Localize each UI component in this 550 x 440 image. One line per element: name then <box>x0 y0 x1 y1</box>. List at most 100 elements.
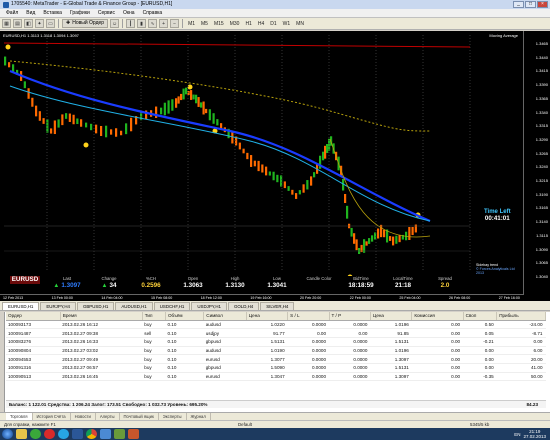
order-cell: 0.00 <box>411 372 464 382</box>
menu-insert[interactable]: Вставка <box>39 10 66 16</box>
terminal-sidebar[interactable] <box>0 312 5 412</box>
chrome-icon[interactable] <box>86 429 97 439</box>
minimize-button[interactable]: _ <box>513 1 524 8</box>
terminal-tab[interactable]: Алерты <box>96 413 120 420</box>
order-row[interactable]: 100090513 2013.02.26 16:45 buy 0.10 eurusd 1.… <box>6 372 546 382</box>
order-cell: buy <box>142 337 166 347</box>
opera-icon[interactable] <box>44 429 55 439</box>
order-cell: 41.00 <box>496 363 546 373</box>
language-indicator[interactable]: EN <box>514 432 520 437</box>
chart-tab[interactable]: EURJPY,H4 <box>40 302 76 310</box>
timeframe-m1[interactable]: M1 <box>186 21 197 27</box>
torrent-icon[interactable] <box>30 429 41 439</box>
terminal-tab[interactable]: История Счёта <box>33 413 71 420</box>
order-row[interactable]: 100090804 2013.02.27 03:02 buy 0.10 audusd 1.… <box>6 346 546 356</box>
column-header[interactable]: Своп <box>463 312 498 321</box>
column-header[interactable]: T / P <box>329 312 371 321</box>
terminal-icon[interactable]: ▭ <box>46 19 55 28</box>
bar-chart-icon[interactable]: ┃ <box>126 19 136 28</box>
chart-tab[interactable]: GOLD,H4 <box>227 302 260 310</box>
candle <box>90 123 93 131</box>
candle <box>310 176 313 186</box>
info-cell: Open 1.3063 <box>172 276 214 290</box>
column-header[interactable]: Прибыль <box>496 312 546 321</box>
column-header[interactable]: Время <box>60 312 143 321</box>
column-header[interactable]: Символ <box>203 312 247 321</box>
profiles-icon[interactable]: ▤ <box>13 19 22 28</box>
timeframe-d1[interactable]: D1 <box>268 21 278 27</box>
chart-tab[interactable]: SILVER,H4 <box>260 302 295 310</box>
order-row[interactable]: 100091316 2013.02.27 06:57 buy 0.10 gbpusd 1.… <box>6 363 546 373</box>
app-icon-2[interactable] <box>128 429 139 439</box>
order-cell: 0.0000 <box>287 337 330 347</box>
balance-line: Баланс: 1 122.01 Средства: 1 206.24 Зало… <box>6 400 546 408</box>
market-watch-icon[interactable]: ◧ <box>24 19 33 28</box>
terminal-tab[interactable]: Почтовый ящик <box>120 413 159 420</box>
order-cell: eurusd <box>203 372 247 382</box>
media-icon[interactable] <box>100 429 111 439</box>
menu-tools[interactable]: Сервис <box>94 10 119 16</box>
word-icon[interactable] <box>72 429 83 439</box>
column-header[interactable]: Объём <box>165 312 205 321</box>
metatrader-icon[interactable] <box>114 429 125 439</box>
timeframe-m5[interactable]: M5 <box>199 21 210 27</box>
column-header[interactable]: Комиссия <box>411 312 464 321</box>
terminal-tab[interactable]: Журнал <box>187 413 211 420</box>
skype-icon[interactable] <box>58 429 69 439</box>
clock[interactable]: 21:19 27.02.2013 <box>523 429 546 439</box>
chart-tab[interactable]: USDJPY,H1 <box>191 302 227 310</box>
expert-advisors-icon[interactable]: ☺ <box>110 19 120 28</box>
new-chart-icon[interactable]: ▦ <box>2 19 11 28</box>
order-row[interactable]: 100093173 2013.02.26 16:12 buy 0.10 audusd 1.… <box>6 320 546 330</box>
pivot-marker <box>83 142 89 148</box>
timeframe-m15[interactable]: M15 <box>212 21 226 27</box>
candle <box>212 113 215 124</box>
zoom-out-icon[interactable]: − <box>170 19 180 28</box>
terminal-tab[interactable]: Торговля <box>6 413 33 420</box>
menu-view[interactable]: Вид <box>22 10 39 16</box>
order-row[interactable]: 100094553 2013.02.27 09:49 buy 0.10 eurusd 1.… <box>6 354 546 364</box>
column-header[interactable]: Тип <box>142 312 166 321</box>
timeframe-m30[interactable]: M30 <box>228 21 242 27</box>
new-order-button[interactable]: ✚ Новый Ордер <box>62 19 109 28</box>
candle <box>190 90 193 100</box>
start-button[interactable] <box>2 429 13 439</box>
chart-window[interactable]: EURUSD,H1 1.3113 1.3118 1.3094 1.3097 Mo… <box>0 31 550 301</box>
chart-tab[interactable]: USDCHF,H1 <box>153 302 191 310</box>
timeframe-h1[interactable]: H1 <box>243 21 253 27</box>
chart-tab[interactable]: AUDUSD,H1 <box>115 302 153 310</box>
candle <box>355 239 358 251</box>
order-row[interactable]: 100091487 2013.02.27 09:38 sell 0.10 usdjpy 9… <box>6 328 546 338</box>
navigator-icon[interactable]: ✦ <box>35 19 44 28</box>
order-cell: 0.05 <box>463 328 497 338</box>
timeframe-h4[interactable]: H4 <box>256 21 266 27</box>
info-value: 18:18:59 <box>348 282 373 290</box>
zoom-in-icon[interactable]: + <box>159 19 169 28</box>
order-cell: 0.10 <box>165 354 204 364</box>
close-button[interactable]: × <box>537 1 548 8</box>
price-chart[interactable] <box>0 31 523 295</box>
timeframe-mn[interactable]: MN <box>294 21 306 27</box>
chart-tab[interactable]: GBPUSD,H1 <box>76 302 115 310</box>
menu-charts[interactable]: Графики <box>66 10 94 16</box>
column-header[interactable]: Цена <box>370 312 413 321</box>
candle-chart-icon[interactable]: ▮ <box>137 19 147 28</box>
candle <box>265 166 268 176</box>
column-header[interactable]: Ордер <box>6 312 61 321</box>
order-row[interactable]: 100083276 2013.02.26 16:33 buy 0.10 gbpusd 1.… <box>6 337 546 347</box>
explorer-icon[interactable] <box>16 429 27 439</box>
info-cell: LocalTime 21:18 <box>382 276 424 290</box>
info-value: 1.3063 <box>183 282 202 290</box>
maximize-button[interactable]: □ <box>525 1 536 8</box>
column-header[interactable]: S / L <box>287 312 330 321</box>
menu-help[interactable]: Справка <box>139 10 167 16</box>
pivot-marker <box>5 44 11 50</box>
terminal-tab[interactable]: Эксперты <box>159 413 187 420</box>
chart-tab[interactable]: EURUSD,H1 <box>2 302 40 310</box>
line-chart-icon[interactable]: ∿ <box>148 19 158 28</box>
timeframe-w1[interactable]: W1 <box>281 21 293 27</box>
menu-file[interactable]: Файл <box>2 10 22 16</box>
column-header[interactable]: Цена <box>246 312 289 321</box>
menu-window[interactable]: Окна <box>119 10 139 16</box>
terminal-tab[interactable]: Новости <box>71 413 96 420</box>
